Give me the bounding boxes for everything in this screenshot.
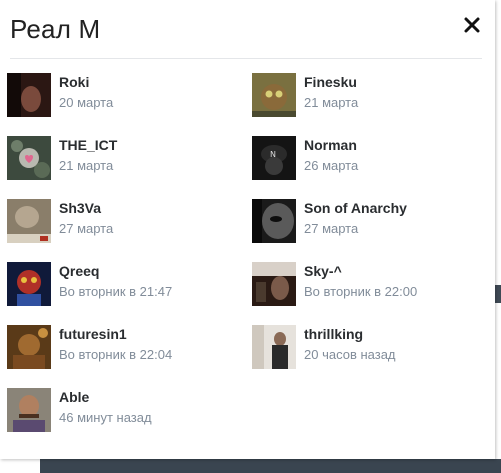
modal-title: Реал М [10, 14, 101, 44]
avatar[interactable] [7, 73, 51, 117]
member-name[interactable]: Sky-^ [304, 263, 342, 279]
header-divider [10, 58, 482, 59]
avatar[interactable] [7, 262, 51, 306]
page-backdrop-bottom [40, 459, 501, 473]
avatar[interactable] [7, 136, 51, 180]
member-item[interactable]: thrillking 20 часов назад [252, 325, 482, 371]
page-backdrop-strip [495, 285, 501, 303]
page-backdrop [495, 0, 501, 473]
avatar[interactable] [7, 199, 51, 243]
member-time: 27 марта [304, 221, 359, 236]
member-time: Во вторник в 21:47 [59, 284, 173, 299]
avatar[interactable] [252, 325, 296, 369]
member-item[interactable]: THE_ICT 21 марта [7, 136, 237, 182]
member-time: Во вторник в 22:00 [304, 284, 418, 299]
member-name[interactable]: futuresin1 [59, 326, 127, 342]
member-time: Во вторник в 22:04 [59, 347, 173, 362]
member-name[interactable]: Qreeq [59, 263, 99, 279]
member-name[interactable]: Roki [59, 74, 89, 90]
member-item[interactable]: Sh3Va 27 марта [7, 199, 237, 245]
member-time: 26 марта [304, 158, 359, 173]
member-time: 20 часов назад [304, 347, 396, 362]
member-time: 21 марта [59, 158, 114, 173]
member-name[interactable]: Finesku [304, 74, 357, 90]
member-name[interactable]: Sh3Va [59, 200, 101, 216]
page-backdrop-bottom-left [0, 459, 40, 473]
avatar[interactable] [7, 388, 51, 432]
close-icon[interactable] [461, 14, 483, 36]
member-item[interactable]: Son of Anarchy 27 марта [252, 199, 482, 245]
member-item[interactable]: Roki 20 марта [7, 73, 237, 119]
member-item[interactable]: Qreeq Во вторник в 21:47 [7, 262, 237, 308]
avatar[interactable]: N [252, 136, 296, 180]
member-time: 27 марта [59, 221, 114, 236]
member-time: 46 минут назад [59, 410, 152, 425]
member-name[interactable]: THE_ICT [59, 137, 117, 153]
member-item[interactable]: futuresin1 Во вторник в 22:04 [7, 325, 237, 371]
members-modal: Реал М Roki 20 марта Finesku 21 марта TH… [0, 0, 495, 459]
member-item[interactable]: N Norman 26 марта [252, 136, 482, 182]
member-name[interactable]: Son of Anarchy [304, 200, 407, 216]
avatar[interactable] [7, 325, 51, 369]
avatar[interactable] [252, 73, 296, 117]
member-name[interactable]: Norman [304, 137, 357, 153]
member-name[interactable]: Able [59, 389, 89, 405]
member-item[interactable]: Able 46 минут назад [7, 388, 237, 434]
member-item[interactable]: Sky-^ Во вторник в 22:00 [252, 262, 482, 308]
member-time: 20 марта [59, 95, 114, 110]
svg-text:N: N [270, 150, 276, 159]
member-name[interactable]: thrillking [304, 326, 363, 342]
member-time: 21 марта [304, 95, 359, 110]
avatar[interactable] [252, 199, 296, 243]
member-item[interactable]: Finesku 21 марта [252, 73, 482, 119]
avatar[interactable] [252, 262, 296, 306]
